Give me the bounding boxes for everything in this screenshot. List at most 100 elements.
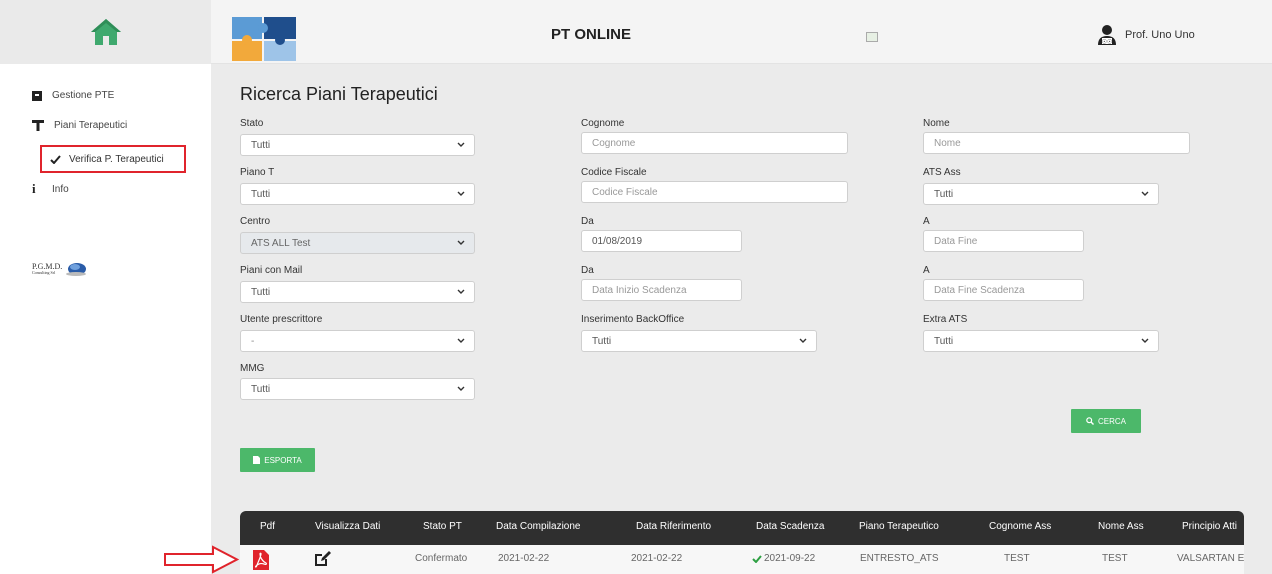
column-header[interactable]: Cognome Ass [989, 521, 1051, 532]
table-row: Confermato 2021-02-22 2021-02-22 2021-09… [240, 545, 1244, 574]
annotation-arrow-icon [164, 545, 239, 574]
data-inizio-scadenza-placeholder: Data Inizio Scadenza [592, 284, 687, 296]
chevron-down-icon [1141, 338, 1149, 343]
results-table-header: Pdf Visualizza Dati Stato PT Data Compil… [240, 511, 1244, 545]
chevron-down-icon [457, 338, 465, 343]
stato-select[interactable]: Tutti [240, 134, 475, 156]
codice-fiscale-placeholder: Codice Fiscale [592, 186, 658, 198]
codice-fiscale-label: Codice Fiscale [581, 167, 647, 178]
svg-text:☉☉: ☉☉ [1102, 39, 1113, 46]
sidebar-item-label: Piani Terapeutici [54, 119, 128, 131]
centro-select[interactable]: ATS ALL Test [240, 232, 475, 254]
cognome-input[interactable]: Cognome [581, 132, 848, 154]
column-header[interactable]: Data Riferimento [636, 521, 711, 532]
user-menu[interactable]: ☉☉ Prof. Uno Uno [1097, 24, 1195, 46]
column-header[interactable]: Stato PT [423, 521, 462, 532]
utente-prescrittore-select[interactable]: - [240, 330, 475, 352]
book-icon [32, 90, 42, 101]
file-icon [253, 456, 261, 464]
extra-ats-select[interactable]: Tutti [923, 330, 1159, 352]
codice-fiscale-input[interactable]: Codice Fiscale [581, 181, 848, 203]
data-inizio-scadenza-input[interactable]: Data Inizio Scadenza [581, 279, 742, 301]
check-icon [50, 154, 61, 164]
sidebar: Gestione PTE Piani Terapeutici Verifica … [0, 64, 211, 574]
chevron-down-icon [457, 386, 465, 391]
cerca-button[interactable]: CERCA [1071, 409, 1141, 433]
da-scadenza-label: Da [581, 265, 594, 276]
cell-principio-attivo: VALSARTAN E [1177, 553, 1244, 564]
cell-stato-pt: Confermato [415, 553, 468, 564]
centro-label: Centro [240, 216, 271, 227]
cell-data-riferimento: 2021-02-22 [631, 553, 683, 564]
check-icon [752, 554, 762, 563]
piani-con-mail-value: Tutti [251, 286, 271, 298]
sidebar-item-info[interactable]: i Info [32, 181, 69, 197]
stato-value: Tutti [251, 139, 271, 151]
piani-con-mail-select[interactable]: Tutti [240, 281, 475, 303]
esporta-button[interactable]: ESPORTA [240, 448, 315, 472]
da-date-input[interactable]: 01/08/2019 [581, 230, 742, 252]
ats-ass-label: ATS Ass [923, 167, 961, 178]
edit-icon[interactable] [313, 550, 331, 568]
data-fine-scadenza-placeholder: Data Fine Scadenza [934, 284, 1025, 296]
piano-t-select[interactable]: Tutti [240, 183, 475, 205]
column-header[interactable]: Nome Ass [1098, 521, 1144, 532]
sidebar-item-gestione-pte[interactable]: Gestione PTE [32, 90, 114, 101]
esporta-label: ESPORTA [264, 455, 302, 465]
pgmd-logo: P.G.M.D. Consulting Srl [32, 262, 87, 276]
centro-value: ATS ALL Test [251, 237, 311, 249]
search-icon [1086, 417, 1094, 425]
column-header[interactable]: Data Scadenza [756, 521, 824, 532]
mmg-label: MMG [240, 363, 265, 374]
data-fine-scadenza-input[interactable]: Data Fine Scadenza [923, 279, 1084, 301]
extra-ats-value: Tutti [934, 335, 954, 347]
piano-t-value: Tutti [251, 188, 271, 200]
sidebar-item-label: Info [52, 183, 69, 195]
cell-piano-terapeutico: ENTRESTO_ATS [860, 553, 939, 564]
extra-ats-label: Extra ATS [923, 314, 968, 325]
sidebar-item-verifica-terapeutici[interactable]: Verifica P. Terapeutici [40, 145, 186, 173]
sidebar-item-label: Verifica P. Terapeutici [69, 153, 164, 165]
chevron-down-icon [799, 338, 807, 343]
a-label: A [923, 216, 930, 227]
da-date-value: 01/08/2019 [592, 235, 643, 247]
inserimento-backoffice-label: Inserimento BackOffice [581, 314, 685, 325]
pdf-icon[interactable] [253, 550, 269, 570]
sidebar-item-piani-terapeutici[interactable]: Piani Terapeutici [32, 119, 127, 131]
tau-icon [32, 120, 44, 131]
cell-data-scadenza-value: 2021-09-22 [764, 553, 816, 564]
home-button[interactable] [0, 0, 211, 64]
chevron-down-icon [457, 191, 465, 196]
chevron-down-icon [1141, 191, 1149, 196]
a-scadenza-label: A [923, 265, 930, 276]
nome-input[interactable]: Nome [923, 132, 1190, 154]
cognome-label: Cognome [581, 118, 625, 129]
a-date-input[interactable]: Data Fine [923, 230, 1084, 252]
stato-label: Stato [240, 118, 264, 129]
top-bar: PT ONLINE ☉☉ Prof. Uno Uno [0, 0, 1272, 64]
column-header[interactable]: Piano Terapeutico [859, 521, 939, 532]
da-label: Da [581, 216, 594, 227]
ats-ass-select[interactable]: Tutti [923, 183, 1159, 205]
cell-nome-ass: TEST [1102, 553, 1128, 564]
piani-con-mail-label: Piani con Mail [240, 265, 303, 276]
column-header[interactable]: Data Compilazione [496, 521, 581, 532]
globe-icon [66, 263, 87, 276]
a-date-placeholder: Data Fine [934, 235, 978, 247]
app-title: PT ONLINE [551, 26, 632, 43]
cell-cognome-ass: TEST [1004, 553, 1030, 564]
cerca-label: CERCA [1097, 416, 1126, 426]
chevron-down-icon [457, 142, 465, 147]
column-header[interactable]: Pdf [260, 521, 275, 532]
column-header[interactable]: Visualizza Dati [315, 521, 380, 532]
mmg-value: Tutti [251, 383, 271, 395]
chevron-down-icon [457, 240, 465, 245]
mmg-select[interactable]: Tutti [240, 378, 475, 400]
broken-image-icon [866, 32, 878, 42]
inserimento-backoffice-select[interactable]: Tutti [581, 330, 817, 352]
info-icon: i [32, 181, 36, 196]
user-name: Prof. Uno Uno [1125, 29, 1195, 41]
home-icon [90, 19, 121, 45]
user-icon: ☉☉ [1098, 25, 1116, 46]
column-header[interactable]: Principio Atti [1182, 521, 1237, 532]
